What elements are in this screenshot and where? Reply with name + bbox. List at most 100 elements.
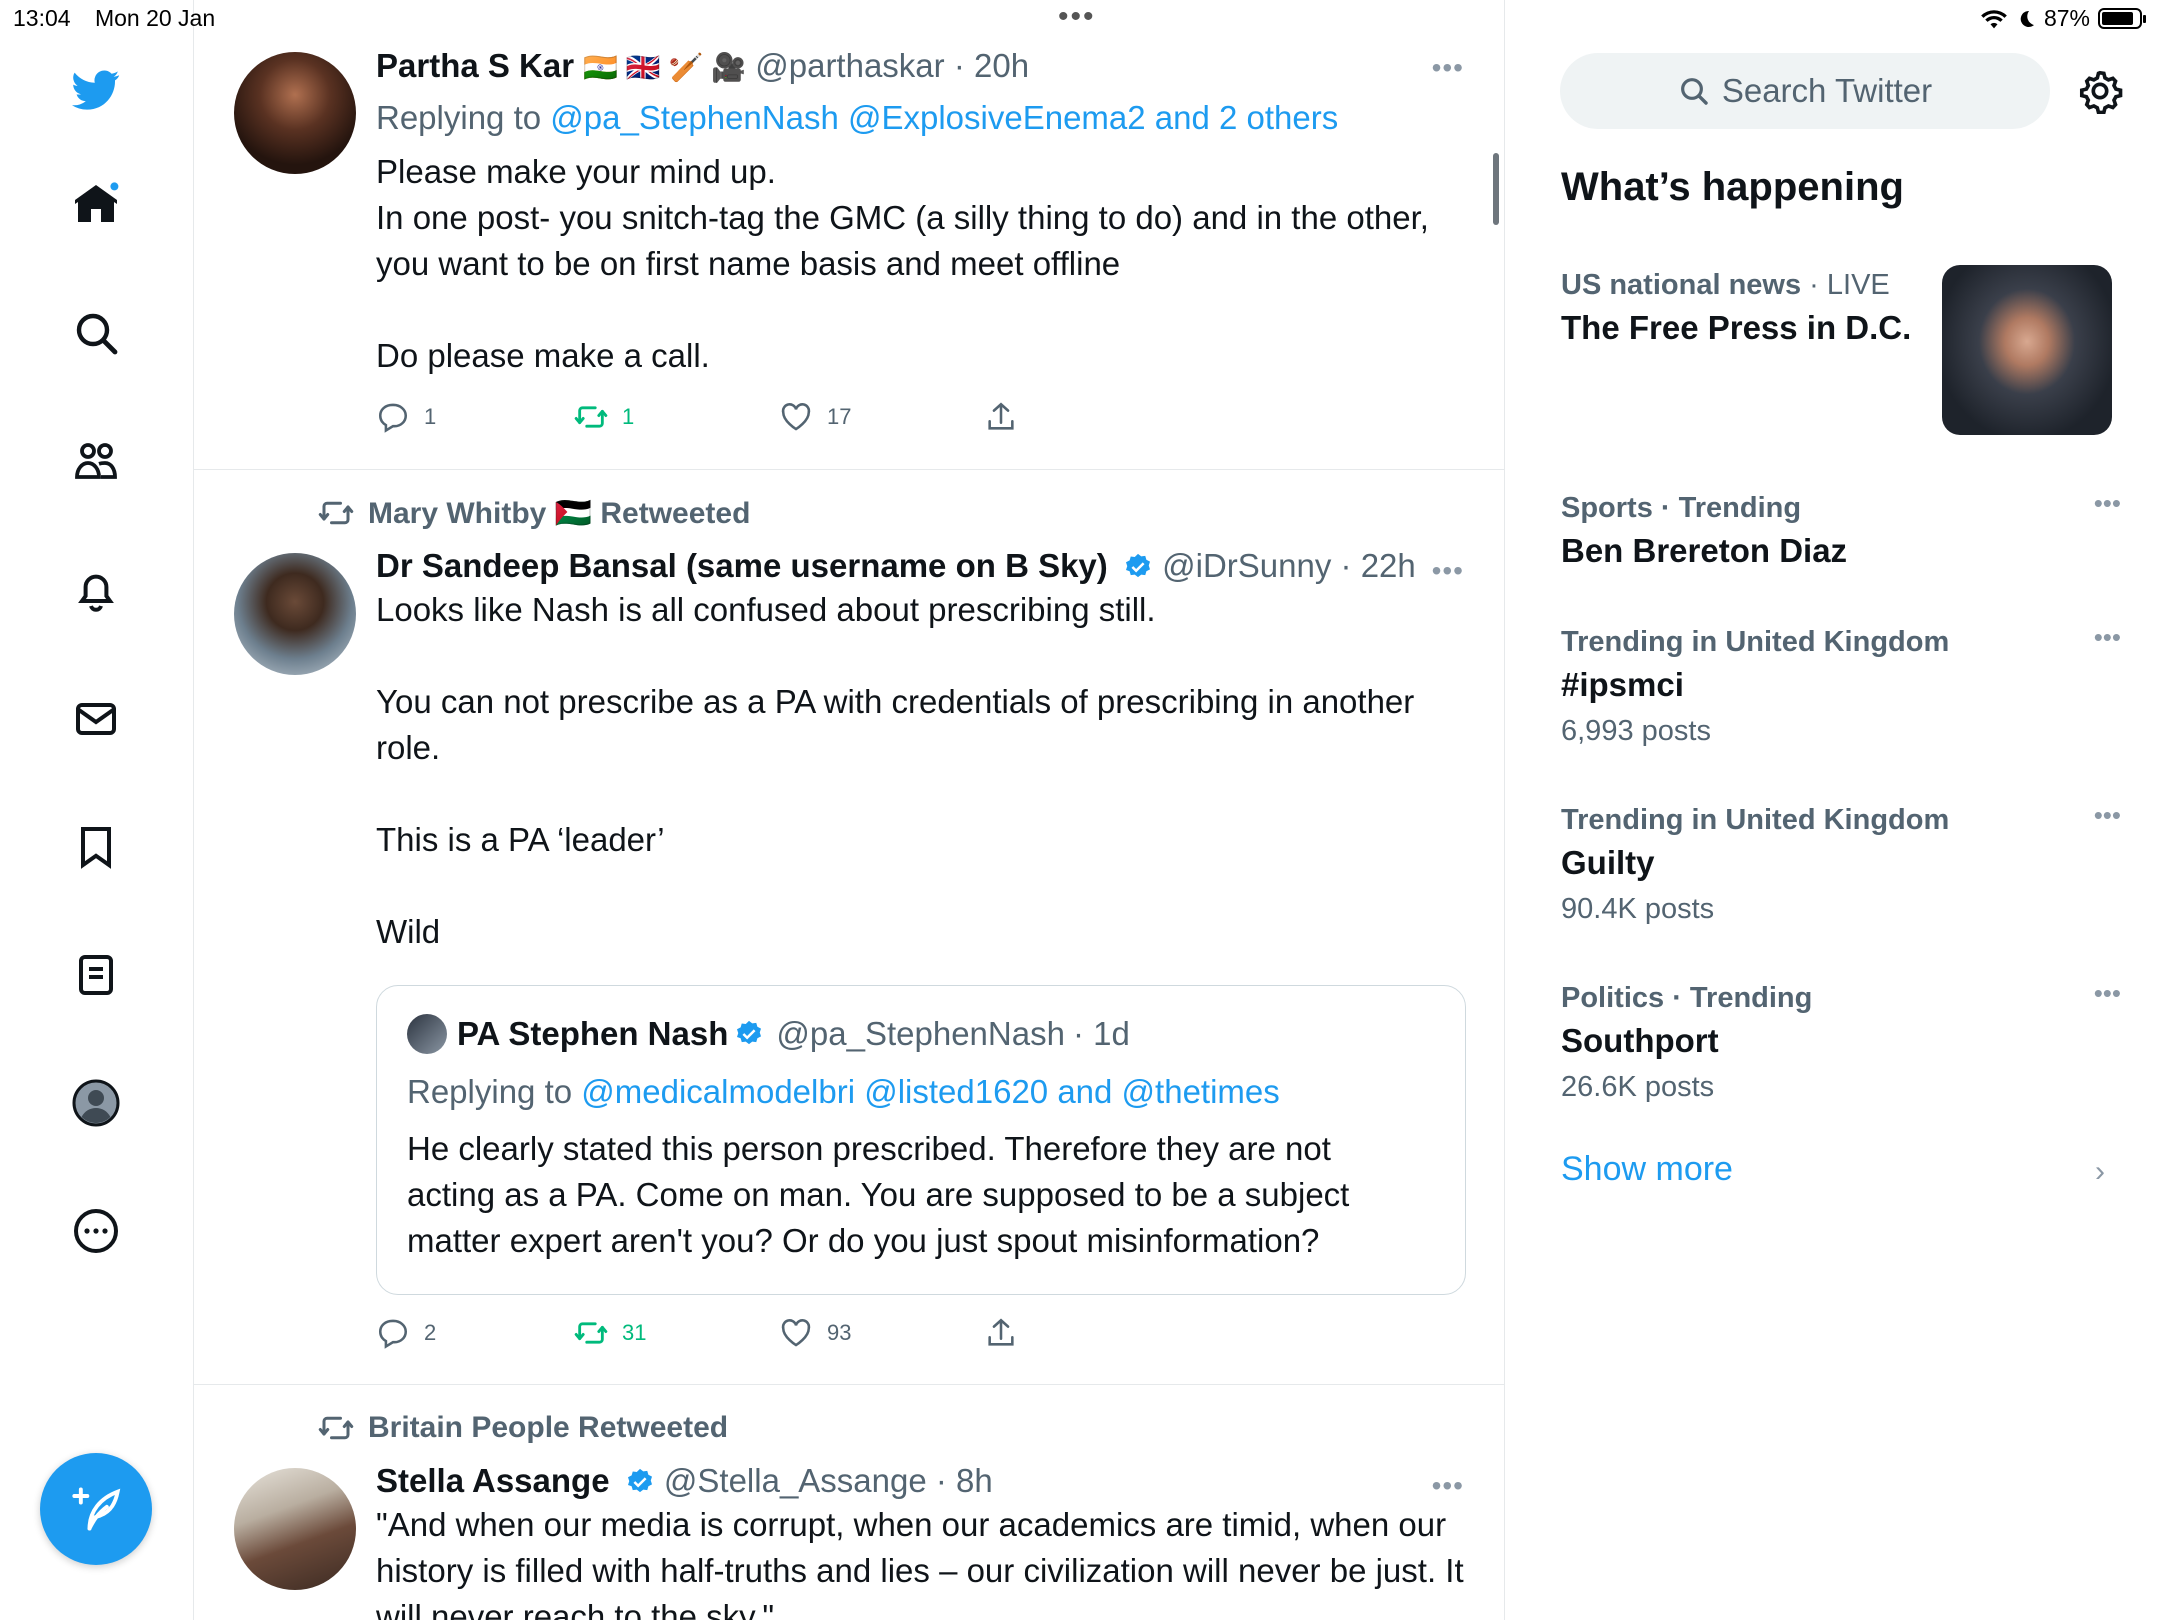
tweet-text: Looks like Nash is all confused about pr…	[376, 591, 1415, 950]
communities-icon[interactable]	[68, 433, 124, 489]
trend-more-icon[interactable]: •••	[2094, 978, 2121, 1009]
trend-more-icon[interactable]: •••	[2094, 800, 2121, 831]
retweet-icon	[318, 501, 354, 525]
whats-happening-title: What’s happening	[1561, 165, 1904, 209]
more-options-icon[interactable]: •••	[1432, 555, 1464, 587]
tweet-text: "And when our media is corrupt, when our…	[376, 1506, 1464, 1620]
trend-title: Guilty	[1561, 844, 1655, 881]
more-options-icon[interactable]: •••	[1432, 52, 1464, 84]
like-button[interactable]: 93	[779, 1316, 851, 1350]
trend-meta: Sports · Trending	[1561, 492, 1802, 524]
author-flags: 🇮🇳 🇬🇧 🏏 🎥	[583, 52, 747, 83]
author-name[interactable]: Partha S Kar	[376, 47, 574, 84]
retweet-context[interactable]: Mary Whitby 🇵🇸 Retweeted	[318, 495, 750, 531]
settings-gear-icon[interactable]	[2077, 68, 2123, 114]
quote-author-handle: @pa_StephenNash	[776, 1015, 1065, 1052]
wifi-icon	[1981, 9, 2007, 28]
more-icon[interactable]	[68, 1203, 124, 1259]
author-name[interactable]: Stella Assange	[376, 1462, 610, 1499]
trend-more-icon[interactable]: •••	[2094, 622, 2121, 653]
retweet-context[interactable]: Britain People Retweeted	[318, 1410, 728, 1446]
right-sidebar: Search Twitter What’s happening US natio…	[1505, 0, 2160, 1620]
author-handle[interactable]: @parthaskar	[755, 47, 944, 84]
tweet-assange[interactable]: Britain People Retweeted Stella Assange …	[194, 1385, 1504, 1620]
trend-title: #ipsmci	[1561, 666, 1684, 703]
trend-title: Ben Brereton Diaz	[1561, 532, 1848, 569]
retweeted-by-label: Britain People Retweeted	[368, 1411, 729, 1444]
avatar	[407, 1014, 447, 1054]
tweet-bansal[interactable]: Mary Whitby 🇵🇸 Retweeted Dr Sandeep Bans…	[194, 470, 1504, 1385]
quoted-tweet[interactable]: PA Stephen Nash @pa_StephenNash · 1d Rep…	[376, 985, 1466, 1295]
avatar[interactable]	[234, 52, 356, 174]
show-more-link[interactable]: Show more	[1561, 1150, 1733, 1189]
multitasking-dots-icon[interactable]: •••	[1058, 0, 1096, 34]
retweet-button[interactable]: 1	[574, 400, 634, 434]
compose-icon	[72, 1487, 121, 1531]
heart-icon	[781, 403, 811, 431]
scrollbar[interactable]	[1493, 153, 1499, 225]
reply-prefix: Replying to	[407, 1073, 582, 1110]
reply-to-links[interactable]: @medicalmodelbri @listed1620 and @thetim…	[581, 1073, 1280, 1110]
bookmarks-icon[interactable]	[68, 819, 124, 875]
author-handle[interactable]: @Stella_Assange	[664, 1462, 927, 1499]
tweet-time[interactable]: · 20h	[954, 47, 1029, 84]
retweet-icon	[318, 1416, 354, 1440]
avatar[interactable]	[234, 553, 356, 675]
trend-meta: Politics · Trending	[1561, 982, 1813, 1014]
tweet-partha[interactable]: Partha S Kar 🇮🇳 🇬🇧 🏏 🎥 @parthaskar · 20h…	[194, 0, 1504, 470]
author-handle[interactable]: @iDrSunny	[1162, 547, 1331, 584]
status-date: Mon 20 Jan	[94, 5, 216, 31]
trend-item[interactable]: Trending in United Kingdom Guilty 90.4K …	[1561, 800, 2121, 932]
news-category: US national news	[1561, 269, 1802, 301]
trend-count: 6,993 posts	[1561, 715, 1711, 747]
tweet-time[interactable]: · 22h	[1341, 547, 1416, 584]
like-count: 17	[827, 404, 852, 429]
trend-item[interactable]: Sports · Trending Ben Brereton Diaz •••	[1561, 488, 2121, 574]
trend-item[interactable]: Trending in United Kingdom #ipsmci 6,993…	[1561, 622, 2121, 754]
profile-icon[interactable]	[68, 1075, 124, 1131]
trend-item[interactable]: Politics · Trending Southport 26.6K post…	[1561, 978, 2121, 1110]
search-icon	[1680, 78, 1708, 105]
retweeted-by-label: Mary Whitby 🇵🇸 Retweeted	[368, 496, 751, 530]
verified-badge-icon	[737, 1020, 762, 1045]
author-name[interactable]: Dr Sandeep Bansal (same username on B Sk…	[376, 547, 1108, 584]
reply-prefix: Replying to	[376, 99, 551, 136]
reply-to-links[interactable]: @pa_StephenNash @ExplosiveEnema2 and 2 o…	[550, 99, 1338, 136]
search-input[interactable]: Search Twitter	[1560, 53, 2050, 129]
avatar[interactable]	[234, 1468, 356, 1590]
like-button[interactable]: 17	[779, 400, 851, 434]
quote-replying-to: Replying to @medicalmodelbri @listed1620…	[407, 1071, 1280, 1113]
search-icon[interactable]	[68, 305, 124, 361]
compose-tweet-button[interactable]	[40, 1453, 152, 1565]
status-bar: 13:04 Mon 20 Jan ••• 87%	[0, 0, 2160, 40]
reply-button[interactable]: 2	[376, 1316, 436, 1350]
more-options-icon[interactable]: •••	[1432, 1470, 1464, 1502]
share-button[interactable]	[984, 1316, 1018, 1350]
twitter-logo-icon[interactable]	[68, 62, 124, 118]
home-icon[interactable]	[68, 176, 124, 232]
tweet-header: Partha S Kar 🇮🇳 🇬🇧 🏏 🎥 @parthaskar · 20h	[376, 45, 1466, 89]
trend-title: Southport	[1561, 1022, 1719, 1059]
reply-icon	[378, 1319, 408, 1349]
share-icon	[988, 402, 1014, 430]
messages-icon[interactable]	[68, 691, 124, 747]
tweet-time[interactable]: · 8h	[936, 1462, 993, 1499]
retweet-count: 31	[622, 1320, 647, 1345]
reply-button[interactable]: 1	[376, 400, 436, 434]
chevron-right-icon: ›	[2095, 1155, 2105, 1188]
quote-time: · 1d	[1072, 1015, 1130, 1052]
tweet-text: Please make your mind up. In one post- y…	[376, 153, 1429, 374]
retweet-count: 1	[622, 404, 635, 429]
trend-more-icon[interactable]: •••	[2094, 488, 2121, 519]
quote-author-name: PA Stephen Nash	[457, 1015, 729, 1052]
timeline-feed[interactable]: Partha S Kar 🇮🇳 🇬🇧 🏏 🎥 @parthaskar · 20h…	[194, 0, 1504, 1620]
share-icon	[988, 1318, 1014, 1346]
replying-to: Replying to @pa_StephenNash @ExplosiveEn…	[376, 97, 1466, 139]
share-button[interactable]	[984, 400, 1018, 434]
live-label: · LIVE	[1809, 269, 1890, 301]
lists-icon[interactable]	[68, 947, 124, 1003]
notifications-icon[interactable]	[68, 563, 124, 619]
battery-icon	[2098, 8, 2146, 29]
news-thumbnail[interactable]	[1942, 265, 2112, 435]
retweet-button[interactable]: 31	[574, 1316, 646, 1350]
